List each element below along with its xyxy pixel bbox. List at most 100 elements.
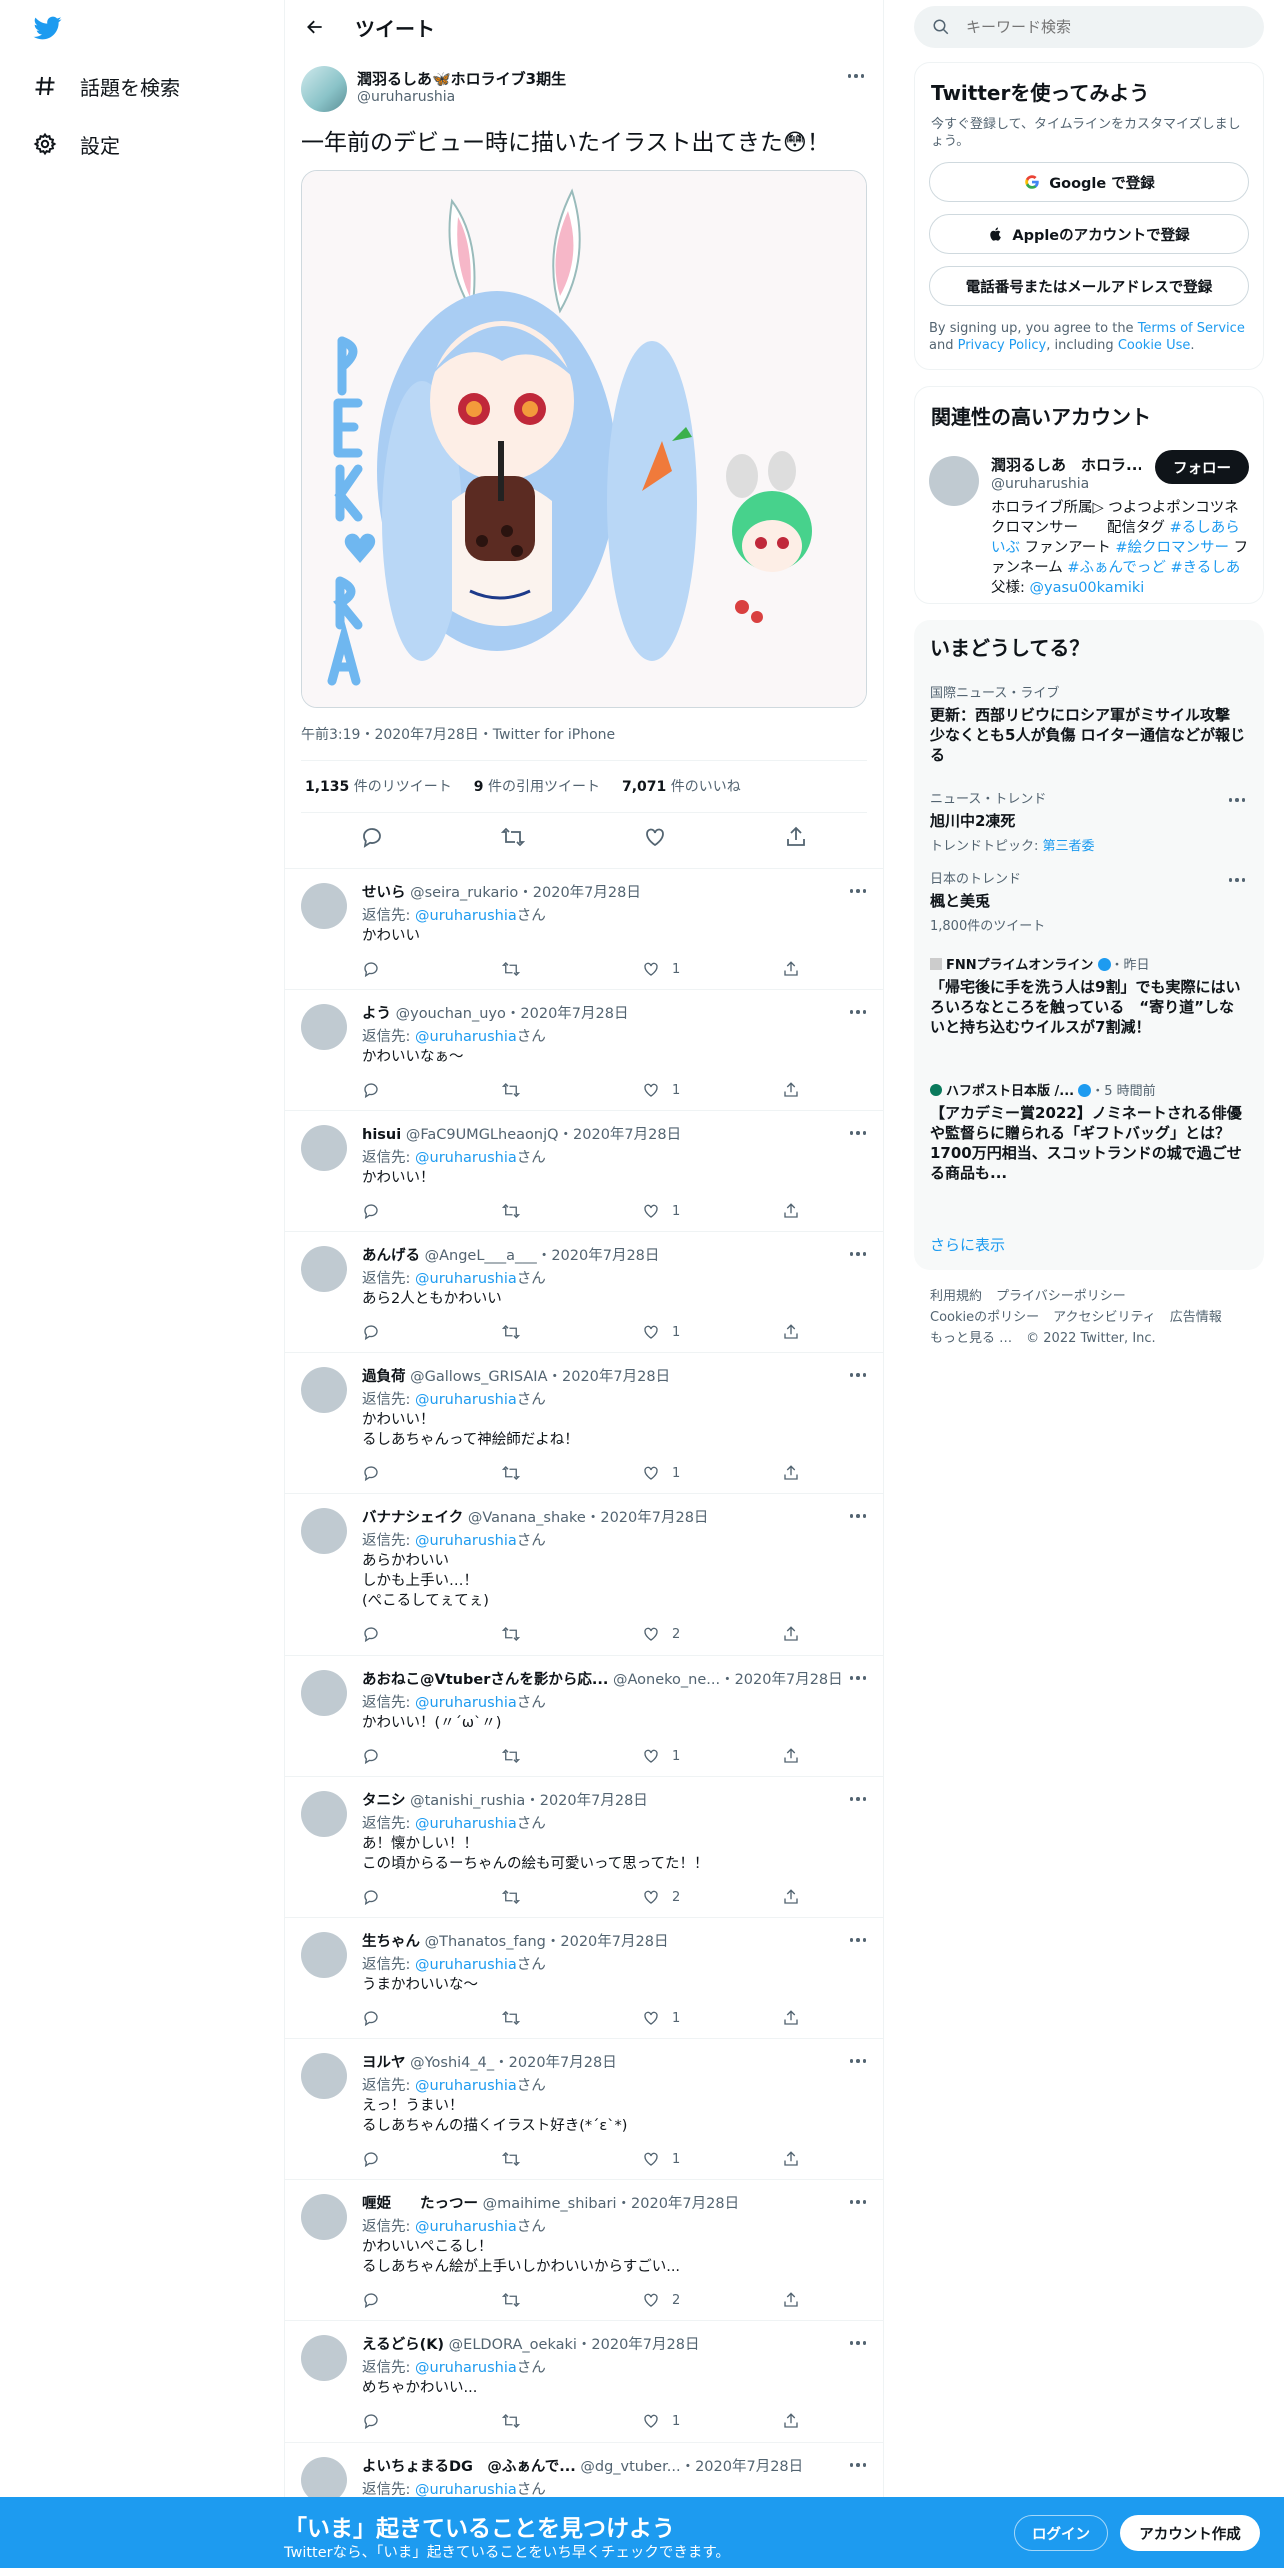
avatar[interactable] [929,456,979,506]
reply-author-handle[interactable]: @Vanana_shake [468,1510,586,1526]
avatar[interactable] [301,883,347,929]
reply-icon[interactable] [362,2412,380,2430]
like-icon[interactable] [642,2150,660,2168]
retweet-icon[interactable] [502,1464,520,1482]
search-box[interactable] [914,6,1264,48]
reply-to-link[interactable]: @uruharushia [415,1150,517,1166]
share-icon[interactable] [782,1464,800,1482]
share-icon[interactable] [782,2009,800,2027]
avatar[interactable] [301,1932,347,1978]
reply-to-link[interactable]: @uruharushia [415,1029,517,1045]
avatar[interactable] [301,1508,347,1554]
reply-author-name[interactable]: ヨルヤ [362,2055,406,2071]
like-icon[interactable] [642,1081,660,1099]
reply-author-handle[interactable]: @Thanatos_fang [425,1934,546,1950]
reply-date[interactable]: 2020年7月28日 [695,2459,803,2475]
mention-link[interactable]: @yasu00kamiki [1030,580,1145,596]
more-options-icon[interactable] [847,1506,869,1526]
reply-author-handle[interactable]: @tanishi_rushia [410,1793,525,1809]
more-options-icon[interactable] [847,2455,869,2475]
avatar[interactable] [301,1791,347,1837]
reply-to-link[interactable]: @uruharushia [415,2482,517,2498]
trend-item[interactable]: ニュース・トレンド 旭川中2凍死 トレンドトピック: 第三者委 [930,788,1248,854]
reply-tweet[interactable]: バナナシェイク @Vanana_shake・2020年7月28日 返信先: @ur… [285,1493,883,1655]
reply-author-name[interactable]: タニシ [362,1793,406,1809]
reply-icon[interactable] [362,1081,380,1099]
retweet-icon[interactable] [502,2150,520,2168]
reply-date[interactable]: 2020年7月28日 [560,1934,668,1950]
more-options-icon[interactable] [1226,870,1248,890]
reply-icon[interactable] [362,2291,380,2309]
avatar[interactable] [301,1670,347,1716]
signup-button[interactable]: アカウント作成 [1120,2515,1260,2551]
share-icon[interactable] [782,1081,800,1099]
quote-count[interactable]: 9 件の引用ツイート [474,776,600,796]
like-icon[interactable] [643,825,667,849]
reply-to-link[interactable]: @uruharushia [415,1695,517,1711]
share-icon[interactable] [782,1202,800,1220]
reply-author-handle[interactable]: @FaC9UMGLheaonjQ [406,1127,559,1143]
like-count[interactable]: 7,071 件のいいね [622,776,741,796]
reply-tweet[interactable]: あおねこ@Vtuberさんを影から応... @Aoneko_ne...・2020… [285,1655,883,1776]
avatar[interactable] [301,1246,347,1292]
like-icon[interactable] [642,1747,660,1765]
retweet-icon[interactable] [502,1323,520,1341]
reply-tweet[interactable]: せいら @seira_rukario・2020年7月28日 返信先: @uruha… [285,868,883,989]
like-icon[interactable] [642,1202,660,1220]
footer-more-link[interactable]: もっと見る … [930,1331,1012,1346]
related-account[interactable]: 潤羽るしあ ホロラ... @uruharushia フォロー ホロライブ所属▷ … [915,444,1263,596]
show-more-link[interactable]: さらに表示 [930,1234,1005,1255]
reply-icon[interactable] [362,960,380,978]
retweet-icon[interactable] [502,1081,520,1099]
hashtag-link[interactable]: #ふぁんでっど [1067,560,1165,576]
reply-author-name[interactable]: hisui [362,1127,401,1143]
avatar[interactable] [301,2194,347,2240]
reply-date[interactable]: 2020年7月28日 [591,2337,699,2353]
reply-to-link[interactable]: @uruharushia [415,1533,517,1549]
reply-author-name[interactable]: あおねこ@Vtuberさんを影から応... [362,1672,608,1688]
trend-item[interactable]: 国際ニュース・ライブ 更新：西部リビウにロシア軍がミサイル攻撃 少なくとも5人が… [930,682,1248,765]
tweet-timestamp[interactable]: 午前3:19・2020年7月28日・Twitter for iPhone [301,724,615,744]
footer-cookie-link[interactable]: Cookieのポリシー [930,1310,1039,1325]
reply-tweet[interactable]: 過負荷 @Gallows_GRISAIA・2020年7月28日 返信先: @uru… [285,1352,883,1493]
like-icon[interactable] [642,1464,660,1482]
reply-to-link[interactable]: @uruharushia [415,2219,517,2235]
follow-button[interactable]: フォロー [1155,450,1249,484]
share-icon[interactable] [782,2291,800,2309]
reply-to-link[interactable]: @uruharushia [415,2078,517,2094]
reply-to-link[interactable]: @uruharushia [415,1816,517,1832]
retweet-icon[interactable] [502,1202,520,1220]
like-icon[interactable] [642,960,660,978]
reply-tweet[interactable]: 喱姫 たっつー @maihime_shibari・2020年7月28日 返信先: … [285,2179,883,2320]
more-options-icon[interactable] [1226,790,1248,810]
reply-author-name[interactable]: 過負荷 [362,1369,406,1385]
share-icon[interactable] [782,1888,800,1906]
retweet-icon[interactable] [502,2412,520,2430]
reply-tweet[interactable]: よう @youchan_uyo・2020年7月28日 返信先: @uruharus… [285,989,883,1110]
reply-author-handle[interactable]: @Aoneko_ne... [613,1672,720,1688]
reply-icon[interactable] [360,825,384,849]
reply-author-name[interactable]: せいら [362,885,406,901]
reply-icon[interactable] [362,1888,380,1906]
reply-tweet[interactable]: えるどら(K) @ELDORA_oekaki・2020年7月28日 返信先: @u… [285,2320,883,2442]
author-handle[interactable]: @uruharushia [357,89,455,105]
terms-link[interactable]: Terms of Service [1138,321,1245,336]
news-item[interactable]: ハフポスト日本版 /... ・5 時間前 【アカデミー賞2022】ノミネートされ… [930,1080,1248,1183]
more-options-icon[interactable] [847,1930,869,1950]
trend-topic-link[interactable]: 第三者委 [1043,839,1095,854]
reply-tweet[interactable]: タニシ @tanishi_rushia・2020年7月28日 返信先: @uruh… [285,1776,883,1917]
phone-email-signup-button[interactable]: 電話番号またはメールアドレスで登録 [929,266,1249,306]
reply-to-link[interactable]: @uruharushia [415,1392,517,1408]
avatar[interactable] [301,1004,347,1050]
reply-icon[interactable] [362,1625,380,1643]
news-item[interactable]: FNNプライムオンライン ・昨日 「帰宅後に手を洗う人は9割」でも実際にはいろい… [930,954,1248,1037]
like-icon[interactable] [642,2412,660,2430]
more-options-icon[interactable] [847,1244,869,1264]
footer-ads-link[interactable]: 広告情報 [1170,1310,1222,1325]
reply-date[interactable]: 2020年7月28日 [562,1369,670,1385]
apple-signup-button[interactable]: Appleのアカウントで登録 [929,214,1249,254]
search-input[interactable] [966,18,1226,36]
login-button[interactable]: ログイン [1014,2515,1108,2551]
trend-item[interactable]: 日本のトレンド 楓と美兎 1,800件のツイート [930,868,1248,934]
cookie-link[interactable]: Cookie Use [1118,338,1191,353]
